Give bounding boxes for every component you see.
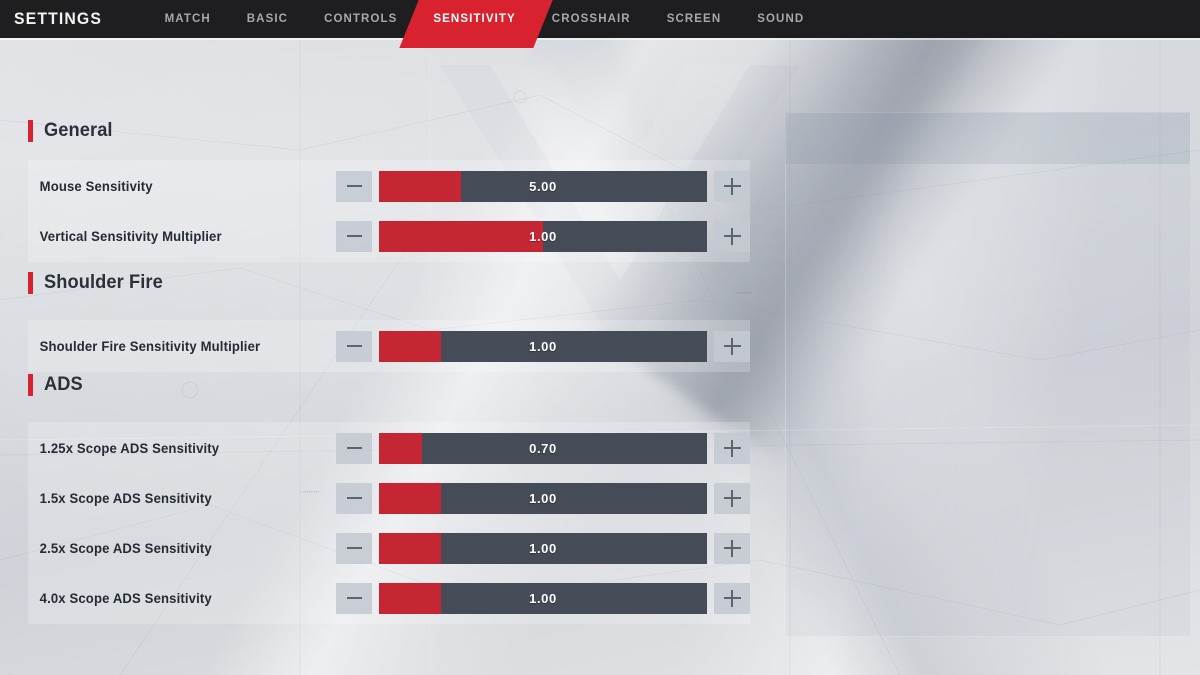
tab-match[interactable]: MATCH <box>147 0 229 38</box>
setting-row: 2.5x Scope ADS Sensitivity 1.00 <box>28 526 750 570</box>
setting-row: 1.25x Scope ADS Sensitivity 0.70 <box>28 426 750 470</box>
section-header-shoulder-fire: Shoulder Fire <box>28 272 168 294</box>
settings-content: General Mouse Sensitivity 5.00 Vertical Sen… <box>0 38 1200 675</box>
tab-label: BASIC <box>246 13 289 25</box>
tab-controls[interactable]: CONTROLS <box>306 0 415 38</box>
slider-value: 1.00 <box>529 338 557 354</box>
slider-value: 5.00 <box>529 178 557 194</box>
setting-label: Vertical Sensitivity Multiplier <box>39 228 222 244</box>
slider-stepper: 1.00 <box>336 482 750 514</box>
sensitivity-slider[interactable]: 1.00 <box>379 532 707 564</box>
slider-stepper: 0.70 <box>336 432 750 464</box>
tab-sound[interactable]: SOUND <box>739 0 822 38</box>
sensitivity-slider[interactable]: 1.00 <box>379 330 707 362</box>
plus-icon[interactable] <box>714 482 750 514</box>
minus-icon[interactable] <box>336 170 372 202</box>
sensitivity-slider[interactable]: 1.00 <box>379 582 707 614</box>
slider-value: 1.00 <box>529 228 557 244</box>
settings-tab-bar: MATCH BASIC CONTROLS SENSITIVITY CROSSHAIR SC… <box>147 0 823 48</box>
section-group-ads: 1.25x Scope ADS Sensitivity 0.70 1.5x Scop… <box>28 422 750 624</box>
section-group-general: Mouse Sensitivity 5.00 Vertical Sensitivit… <box>28 160 750 262</box>
section-accent-bar <box>28 272 33 294</box>
section-title: General <box>44 120 113 141</box>
top-header-bar: SETTINGS MATCH BASIC CONTROLS SENSITIVITY CR… <box>0 0 1200 48</box>
section-header-general: General <box>28 120 115 142</box>
plus-icon[interactable] <box>714 330 750 362</box>
slider-stepper: 1.00 <box>336 220 750 252</box>
minus-icon[interactable] <box>336 432 372 464</box>
tab-screen[interactable]: SCREEN <box>649 0 740 38</box>
tab-label: SENSITIVITY <box>433 13 516 25</box>
tab-sensitivity[interactable]: SENSITIVITY <box>399 0 554 48</box>
section-group-shoulder-fire: Shoulder Fire Sensitivity Multiplier 1.00 <box>28 320 750 372</box>
section-title: Shoulder Fire <box>44 272 163 293</box>
minus-icon[interactable] <box>336 220 372 252</box>
tab-label: CROSSHAIR <box>551 13 631 25</box>
tab-crosshair[interactable]: CROSSHAIR <box>534 0 649 38</box>
section-accent-bar <box>28 120 33 142</box>
minus-icon[interactable] <box>336 330 372 362</box>
minus-icon[interactable] <box>336 482 372 514</box>
tab-label: CONTROLS <box>324 13 398 25</box>
setting-row: 1.5x Scope ADS Sensitivity 1.00 <box>28 476 750 520</box>
settings-screen: ▪▪▪▪▪▪▪▪ ▪ ▪▪▪▪▪▪▪▪▪ SETTINGS MATCH BASIC… <box>0 0 1200 675</box>
section-accent-bar <box>28 374 33 396</box>
tab-label: SCREEN <box>666 13 722 25</box>
slider-stepper: 1.00 <box>336 532 750 564</box>
plus-icon[interactable] <box>714 432 750 464</box>
setting-row: 4.0x Scope ADS Sensitivity 1.00 <box>28 576 750 620</box>
slider-stepper: 1.00 <box>336 582 750 614</box>
sensitivity-slider[interactable]: 1.00 <box>379 220 707 252</box>
slider-value: 1.00 <box>529 590 557 606</box>
header-underline <box>0 38 1200 40</box>
slider-value: 1.00 <box>529 540 557 556</box>
setting-label: 1.5x Scope ADS Sensitivity <box>39 490 212 506</box>
minus-icon[interactable] <box>336 582 372 614</box>
setting-row: Shoulder Fire Sensitivity Multiplier 1.00 <box>28 324 750 368</box>
setting-label: Shoulder Fire Sensitivity Multiplier <box>39 338 261 354</box>
section-title: ADS <box>44 374 83 395</box>
minus-icon[interactable] <box>336 532 372 564</box>
plus-icon[interactable] <box>714 220 750 252</box>
tab-basic[interactable]: BASIC <box>229 0 306 38</box>
slider-stepper: 5.00 <box>336 170 750 202</box>
setting-label: 4.0x Scope ADS Sensitivity <box>39 590 212 606</box>
sensitivity-slider[interactable]: 5.00 <box>379 170 707 202</box>
slider-stepper: 1.00 <box>336 330 750 362</box>
setting-label: 2.5x Scope ADS Sensitivity <box>39 540 212 556</box>
plus-icon[interactable] <box>714 582 750 614</box>
section-header-ads: ADS <box>28 374 84 396</box>
tab-label: SOUND <box>757 13 805 25</box>
setting-label: Mouse Sensitivity <box>39 178 153 194</box>
slider-value: 0.70 <box>529 440 557 456</box>
setting-row: Vertical Sensitivity Multiplier 1.00 <box>28 214 750 258</box>
plus-icon[interactable] <box>714 170 750 202</box>
setting-label: 1.25x Scope ADS Sensitivity <box>39 440 220 456</box>
slider-value: 1.00 <box>529 490 557 506</box>
sensitivity-slider[interactable]: 1.00 <box>379 482 707 514</box>
tab-label: MATCH <box>164 13 211 25</box>
page-title: SETTINGS <box>14 9 102 28</box>
plus-icon[interactable] <box>714 532 750 564</box>
sensitivity-slider[interactable]: 0.70 <box>379 432 707 464</box>
setting-row: Mouse Sensitivity 5.00 <box>28 164 750 208</box>
